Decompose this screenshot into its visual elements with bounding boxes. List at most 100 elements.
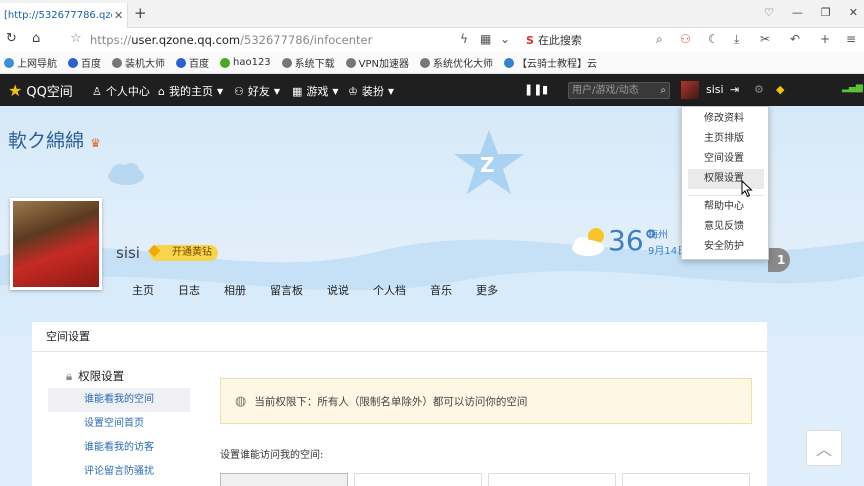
nav-profile[interactable]: 个人档 (373, 282, 406, 298)
bookmark-item[interactable]: 百度 (68, 55, 101, 70)
avatar[interactable] (681, 81, 699, 99)
bookmark-item[interactable]: 系统优化大师 (420, 55, 493, 70)
restore-icon[interactable]: ❐ (821, 6, 831, 19)
notice-text: 当前权限下：所有人（限制名单除外）都可以访问你的空间 (254, 395, 528, 408)
refresh-icon[interactable]: ↻ (6, 31, 17, 46)
url-host: user.qzone.qq.com (131, 33, 241, 47)
bookmark-label: hao123 (233, 57, 271, 68)
add-icon[interactable]: + (820, 32, 830, 46)
scissors-icon[interactable]: ✂ (760, 32, 770, 46)
section-label: 权限设置 (78, 369, 125, 383)
search-engine-box[interactable]: S 在此搜索 (526, 32, 582, 48)
address-field[interactable]: https://user.qzone.qq.com/532677786/info… (90, 33, 372, 47)
hao123-icon (220, 57, 230, 68)
nav-guestbook[interactable]: 留言板 (270, 282, 303, 298)
chevron-up-icon: ︿ (815, 440, 832, 459)
pause-icon[interactable]: ❚❚ (524, 83, 542, 96)
space-nickname: 軟ク綿綿 ♛ (8, 126, 101, 153)
access-option[interactable] (488, 473, 616, 486)
download-icon[interactable]: ⤓ (734, 32, 739, 47)
menu-help[interactable]: 帮助中心 (688, 197, 764, 217)
lightning-icon[interactable]: ϟ (460, 32, 468, 46)
bookmark-item[interactable]: 装机大师 (112, 55, 165, 70)
menu-edit-profile[interactable]: 修改资料 (688, 109, 764, 129)
side-item-who-can-view[interactable]: 谁能看我的空间 (48, 388, 190, 412)
my-home-menu[interactable]: ⌂ 我的主页 ▼ (158, 83, 223, 99)
close-tab-icon[interactable]: ✕ (114, 9, 123, 22)
gamepad-icon[interactable]: ⚇ (680, 32, 691, 46)
weather-city: 梅州 (648, 230, 668, 241)
friends-menu[interactable]: ⚇ 好友 ▼ (234, 83, 280, 99)
lock-icon: 🔒︎ (66, 368, 73, 383)
menu-feedback[interactable]: 意见反馈 (688, 217, 764, 237)
qzone-logo[interactable]: ★ QQ空间 (8, 81, 73, 100)
search-icon[interactable]: ⌕ (660, 83, 666, 98)
top-username[interactable]: sisi (706, 83, 724, 96)
qzone-search-input[interactable]: 用户/游戏/动态 ⌕ (568, 82, 670, 99)
browser-tab[interactable]: [http://532677786.qzone ✕ (0, 3, 128, 28)
nav-shuoshuo[interactable]: 说说 (327, 282, 349, 298)
cloud-knight-icon (504, 57, 515, 68)
personal-center-label: 个人中心 (105, 85, 150, 98)
my-home-label: 我的主页 (168, 85, 213, 98)
home-icon[interactable]: ⌂ (32, 31, 40, 46)
side-item-homepage[interactable]: 设置空间首页 (48, 412, 190, 436)
diamond-icon[interactable]: ◆ (776, 83, 784, 96)
menu-space-settings[interactable]: 空间设置 (688, 149, 764, 169)
profile-photo[interactable] (10, 198, 102, 290)
partly-sunny-icon (572, 228, 604, 256)
menu-icon[interactable]: ≡ (846, 32, 856, 46)
globe-icon (420, 57, 431, 68)
bookmark-item[interactable]: VPN加速器 (345, 55, 410, 70)
friends-label: 好友 (247, 85, 270, 98)
nav-more[interactable]: 更多 (476, 282, 498, 298)
url-scheme: https:// (90, 33, 132, 47)
address-bar-row: ↻ ⌂ ☆ https://user.qzone.qq.com/53267778… (0, 28, 864, 52)
globe-icon (345, 57, 356, 68)
bookmark-item[interactable]: 上网导航 (4, 55, 57, 70)
side-item-visitors[interactable]: 谁能看我的访客 (48, 436, 190, 460)
open-yellow-diamond-button[interactable]: ◆ 开通黄钻 (148, 242, 218, 261)
star-icon[interactable]: ☆ (70, 31, 82, 46)
nav-blog[interactable]: 日志 (178, 282, 200, 298)
bookmark-label: 上网导航 (17, 59, 57, 70)
access-option[interactable] (220, 473, 348, 486)
personal-center-link[interactable]: ♙ 个人中心 (92, 83, 150, 99)
gear-icon[interactable]: ⚙ (754, 83, 764, 96)
nav-music[interactable]: 音乐 (430, 282, 452, 298)
access-option[interactable] (622, 473, 750, 486)
favorite-icon[interactable]: ♡ (764, 6, 774, 19)
bookmark-item[interactable]: 百度 (176, 55, 209, 70)
back-to-top-button[interactable]: ︿ (806, 430, 842, 466)
settings-dropdown: 修改资料 主页排版 空间设置 权限设置 帮助中心 意见反馈 安全防护 (681, 106, 769, 260)
window-controls: ♡ — ❐ ✕ (764, 6, 858, 19)
nickname-text: 軟ク綿綿 (8, 130, 85, 152)
signal-bars-icon[interactable]: ▮ (542, 83, 548, 96)
bookmark-item[interactable]: hao123 (220, 57, 271, 68)
nav-home[interactable]: 主页 (132, 282, 154, 298)
grid-icon[interactable]: ▦ (480, 32, 491, 46)
new-tab-icon[interactable]: + (134, 4, 147, 22)
qzone-top-bar: ★ QQ空间 ♙ 个人中心 ⌂ 我的主页 ▼ ⚇ 好友 ▼ ▦ 游戏 ▼ ♔ 装扮 ▼ ❚❚ ▮ … (0, 74, 864, 106)
undo-icon[interactable]: ↶ (790, 32, 800, 46)
close-window-icon[interactable]: ✕ (849, 6, 858, 19)
chevron-down-icon[interactable]: ⌄ (500, 32, 510, 46)
search-icon[interactable]: ⌕ (656, 32, 663, 47)
decorate-menu[interactable]: ♔ 装扮 ▼ (348, 83, 394, 99)
bookmark-item[interactable]: 【云骑士教程】云 (504, 55, 597, 70)
globe-icon (281, 57, 292, 68)
bookmark-label: 系统下载 (294, 59, 335, 70)
minimize-icon[interactable]: — (792, 6, 803, 19)
menu-security[interactable]: 安全防护 (688, 237, 764, 257)
side-item-anti-spam[interactable]: 评论留言防骚扰 (48, 460, 190, 484)
games-menu[interactable]: ▦ 游戏 ▼ (292, 83, 339, 99)
nav-album[interactable]: 相册 (224, 282, 246, 298)
panel-title: 空间设置 (32, 322, 767, 352)
bookmark-label: 【云骑士教程】云 (517, 59, 598, 70)
moon-icon[interactable]: ☾ (708, 32, 719, 46)
access-option[interactable] (354, 473, 482, 486)
bookmark-label: VPN加速器 (358, 59, 410, 70)
logout-icon[interactable]: ⇥ (730, 83, 739, 96)
menu-layout[interactable]: 主页排版 (688, 129, 764, 149)
bookmark-item[interactable]: 系统下载 (281, 55, 335, 70)
